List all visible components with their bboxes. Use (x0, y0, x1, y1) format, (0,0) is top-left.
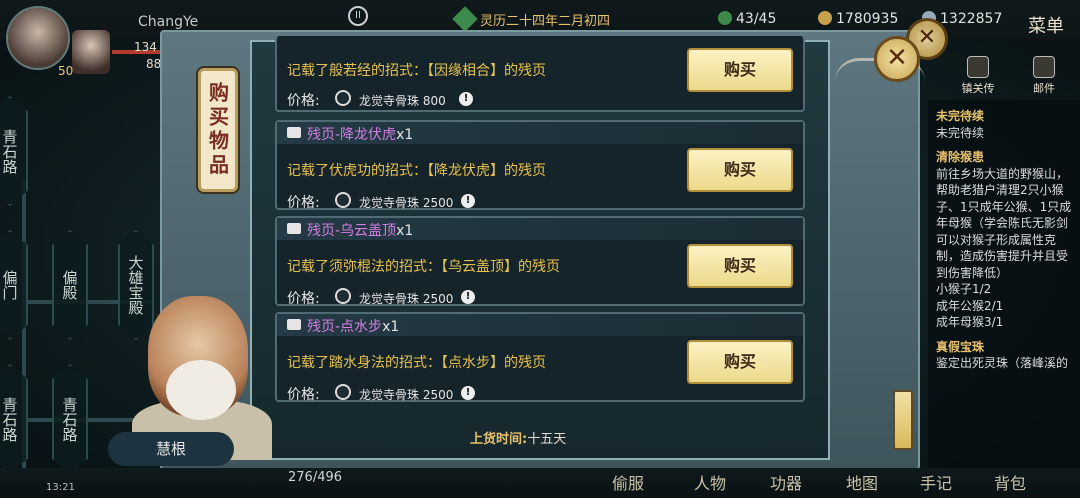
npc-beard (166, 360, 236, 420)
item-title: 残页-乌云盖顶x1 (307, 223, 414, 239)
bead-currency-icon (335, 288, 351, 304)
quest-line: 成年公猴2/1 (936, 298, 1004, 313)
shop-item-card: 残页-点水步x1 记载了踏水身法的招式：【点水步】的残页 价格: 龙觉寺骨珠 2… (275, 312, 805, 403)
nav-item-journal[interactable]: 手记 (920, 470, 952, 494)
map-node-piandian[interactable]: 偏殿 (52, 230, 88, 340)
book-icon (287, 127, 301, 138)
shop-item-card: 记载了般若经的招式：【因缘相合】的残页 价格: 龙觉寺骨珠 800 ! 购买 (275, 36, 805, 112)
bottom-bar (0, 468, 1080, 498)
clock: 13:21 (46, 482, 75, 493)
quest-line: 小猴子1/2 (936, 282, 992, 296)
currency-amount: 龙觉寺骨珠 800 (359, 94, 446, 108)
book-icon (287, 223, 301, 234)
buy-button[interactable]: 购买 (687, 148, 793, 192)
map-node-pianmen[interactable]: 偏门 (0, 230, 28, 340)
mail-icon (1033, 56, 1055, 78)
quest-title[interactable]: 清除猴患 (936, 149, 1072, 166)
item-description: 记载了般若经的招式：【因缘相合】的残页 (287, 63, 546, 79)
close-button[interactable]: ✕ (874, 36, 920, 82)
bead-currency-icon (335, 384, 351, 400)
nav-item-map[interactable]: 地图 (846, 470, 878, 494)
info-icon[interactable]: ! (461, 386, 475, 400)
price-label: 价格: (287, 195, 320, 211)
info-icon[interactable]: ! (461, 194, 475, 208)
info-icon[interactable]: ! (461, 290, 475, 304)
player-name: ChangYe (138, 14, 199, 30)
pagoda-icon (967, 56, 989, 78)
player-level: 50 (58, 64, 74, 78)
shop-item-card: 残页-乌云盖顶x1 记载了须弥棍法的招式：【乌云盖顶】的残页 价格: 龙觉寺骨珠… (275, 216, 805, 307)
stamina-icon (718, 11, 732, 25)
mail-button[interactable]: 邮件 (1024, 56, 1064, 95)
price-label: 价格: (287, 93, 320, 109)
book-icon (287, 319, 301, 330)
info-icon[interactable]: ! (459, 92, 473, 106)
quest-title[interactable]: 未完待续 (936, 108, 1072, 125)
game-date: 灵历二十四年二月初四 (480, 14, 611, 29)
companion-avatar[interactable] (72, 30, 110, 74)
quest-line: 成年母猴3/1 (936, 315, 1004, 329)
quest-panel[interactable]: 未完待续 未完待续 清除猴患 前往乡场大道的野猴山，帮助老猎户清理2只小猴子、1… (928, 100, 1080, 498)
stamina-counter: 43/45 (718, 11, 776, 27)
town-icon-button[interactable]: 镇关传 (958, 56, 998, 95)
buy-button[interactable]: 购买 (687, 340, 793, 384)
map-node-qingshilu-2[interactable]: 青石路 (0, 364, 28, 474)
quest-line: 未完待续 (936, 125, 985, 140)
player-hp: 134 (134, 40, 157, 54)
npc-name-plate: 慧根 (108, 432, 234, 466)
quest-line: 前往乡场大道的野猴山，帮助老猎户清理2只小猴子、1只成年公猴、1只成年母猴（学会… (936, 166, 1072, 280)
item-description: 记载了伏虎功的招式：【降龙伏虎】的残页 (287, 163, 546, 179)
nav-item[interactable]: 功器 (770, 470, 802, 494)
price-label: 价格: (287, 291, 320, 307)
pause-button[interactable]: II (348, 6, 368, 26)
map-node-qingshilu-3[interactable]: 青石路 (52, 364, 88, 474)
bag-capacity: 276/496 (288, 470, 343, 485)
item-title: 残页-点水步x1 (307, 319, 400, 335)
quest-title[interactable]: 真假宝珠 (936, 339, 1072, 356)
lantern-decoration (893, 390, 913, 450)
coin-icon (818, 11, 832, 25)
quest-line: 鉴定出死灵珠（落峰溪的 (936, 356, 1069, 370)
bead-currency-icon (335, 192, 351, 208)
nav-item-bag[interactable]: 背包 (994, 470, 1026, 494)
map-node-qingshilu[interactable]: 青石路 (0, 96, 28, 206)
buy-button[interactable]: 购买 (687, 48, 793, 92)
player-avatar[interactable] (6, 6, 70, 70)
right-top-icons: 镇关传 邮件 (928, 56, 1080, 96)
restock-time: 上货时间:十五天 (470, 432, 567, 447)
tab-buy-items[interactable]: 购买物品 (198, 68, 238, 192)
bead-currency-icon (335, 90, 351, 106)
item-description: 记载了须弥棍法的招式：【乌云盖顶】的残页 (287, 259, 560, 275)
coin-counter: 1780935 (818, 11, 898, 27)
player-mp: 88 (146, 57, 162, 71)
shop-item-card: 残页-降龙伏虎x1 记载了伏虎功的招式：【降龙伏虎】的残页 价格: 龙觉寺骨珠 … (275, 120, 805, 211)
currency-amount: 龙觉寺骨珠 2500 (359, 196, 454, 210)
item-title: 残页-降龙伏虎x1 (307, 127, 414, 143)
menu-button[interactable]: 菜单 (1028, 12, 1064, 38)
nav-item[interactable]: 人物 (694, 470, 726, 494)
price-label: 价格: (287, 387, 320, 403)
item-description: 记载了踏水身法的招式：【点水步】的残页 (287, 355, 546, 371)
currency-amount: 龙觉寺骨珠 2500 (359, 292, 454, 306)
map-node-daxiongbaodian[interactable]: 大雄宝殿 (118, 230, 154, 340)
currency-amount: 龙觉寺骨珠 2500 (359, 388, 454, 402)
nav-item[interactable]: 偷服 (612, 470, 644, 494)
buy-button[interactable]: 购买 (687, 244, 793, 288)
